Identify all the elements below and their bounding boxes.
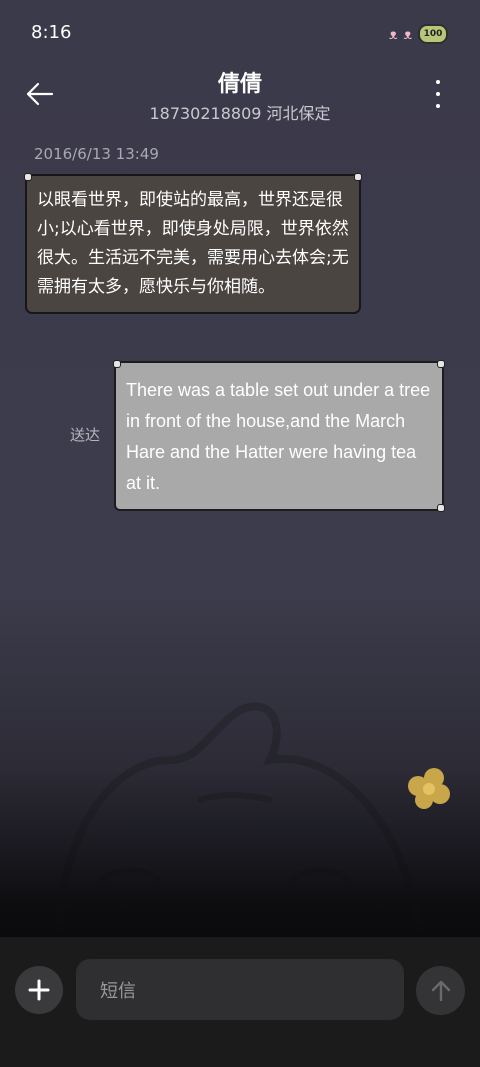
battery-icon: 100 (418, 24, 448, 44)
bubble-corner-decoration (437, 504, 445, 512)
send-button[interactable] (416, 966, 465, 1015)
plus-icon (28, 979, 50, 1001)
message-input-placeholder: 短信 (100, 980, 136, 1002)
bubble-corner-decoration (113, 360, 121, 368)
contact-name: 倩倩 (217, 72, 262, 97)
status-bar: 8:16 ᴥ ᴥ 100 (0, 0, 480, 68)
bubble-corner-decoration (24, 173, 32, 181)
flower-sticker-icon (408, 768, 450, 809)
bubble-corner-decoration (437, 360, 445, 368)
outgoing-message-text: There was a table set out under a tree i… (126, 380, 431, 493)
status-time: 8:16 (31, 22, 72, 43)
conversation-header: 倩倩 18730218809 河北保定 (0, 60, 480, 130)
arrow-up-icon (431, 980, 450, 1001)
bubble-corner-decoration (354, 173, 362, 181)
incoming-message-text: 以眼看世界，即使站的最高，世界还是很小;以心看世界，即使身处局限，世界依然很大。… (37, 190, 349, 297)
bunny-wifi-icon: ᴥ (403, 26, 413, 43)
bunny-signal-icon: ᴥ (389, 26, 398, 43)
more-options-button[interactable] (432, 80, 444, 108)
status-icons: ᴥ ᴥ 100 (389, 24, 448, 44)
more-dot-icon (436, 92, 440, 96)
add-attachment-button[interactable] (15, 966, 63, 1014)
message-input[interactable]: 短信 (76, 959, 404, 1020)
incoming-message-bubble[interactable]: 以眼看世界，即使站的最高，世界还是很小;以心看世界，即使身处局限，世界依然很大。… (24, 173, 362, 314)
more-dot-icon (436, 80, 440, 84)
more-dot-icon (436, 104, 440, 108)
sent-status: 送达 (70, 426, 101, 444)
outgoing-message-bubble[interactable]: There was a table set out under a tree i… (113, 360, 445, 512)
contact-number-location: 18730218809 河北保定 (149, 104, 331, 123)
message-timestamp: 2016/6/13 13:49 (34, 145, 159, 163)
